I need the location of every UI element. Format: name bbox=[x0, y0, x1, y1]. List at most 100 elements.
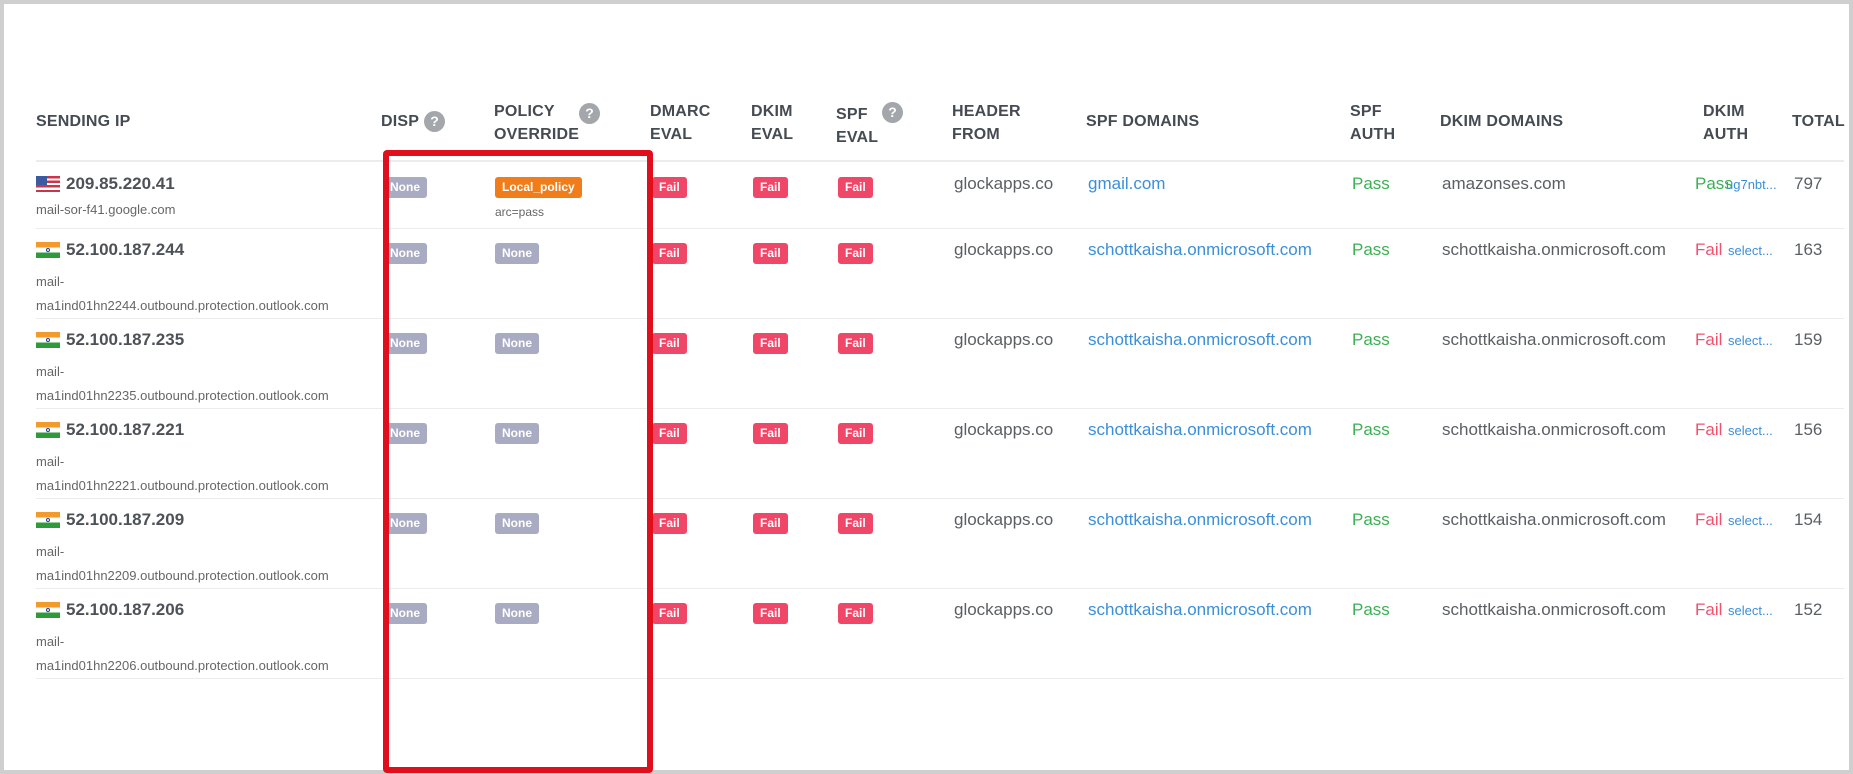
sending-ip-cell: 52.100.187.221 bbox=[36, 420, 184, 440]
header-from-value: glockapps.co bbox=[954, 510, 1054, 529]
header-spf-auth[interactable]: SPF AUTH bbox=[1350, 100, 1395, 146]
sending-ip: 209.85.220.41 bbox=[66, 174, 175, 193]
sending-host: mail-sor-f41.google.com bbox=[36, 202, 346, 218]
sending-ip: 52.100.187.209 bbox=[66, 510, 185, 529]
sending-host-line-1: mail- bbox=[36, 274, 65, 289]
dkim-domain-value: schottkaisha.onmicrosoft.com bbox=[1442, 600, 1666, 619]
dkim-selector-link[interactable]: select... bbox=[1728, 513, 1773, 528]
sending-host-line-1: mail- bbox=[36, 544, 65, 559]
disp-help-icon[interactable]: ? bbox=[424, 111, 445, 132]
sending-host: mail- ma1ind01hn2206.outbound.protection… bbox=[36, 630, 346, 678]
sending-host: mail- ma1ind01hn2235.outbound.protection… bbox=[36, 360, 346, 408]
dkim-selector-link[interactable]: select... bbox=[1728, 423, 1773, 438]
dkim-domain-value: schottkaisha.onmicrosoft.com bbox=[1442, 330, 1666, 349]
header-policy-line-1: POLICY bbox=[494, 103, 555, 120]
header-spf-line-2: EVAL bbox=[836, 129, 879, 146]
header-from-value: glockapps.co bbox=[954, 240, 1054, 259]
dmarc-eval-badge: Fail bbox=[652, 603, 687, 624]
dkim-selector-link[interactable]: select... bbox=[1728, 333, 1773, 348]
header-from-value: glockapps.co bbox=[954, 600, 1054, 619]
header-dmarc-line-1: DMARC bbox=[650, 103, 711, 120]
sending-host-line-2: ma1ind01hn2221.outbound.protection.outlo… bbox=[36, 478, 329, 493]
spf-eval-help-icon[interactable]: ? bbox=[882, 102, 903, 123]
spf-eval-badge: Fail bbox=[838, 243, 873, 264]
spf-eval-badge: Fail bbox=[838, 177, 873, 198]
header-from-line-1: HEADER bbox=[952, 103, 1021, 120]
sending-ip: 52.100.187.221 bbox=[66, 420, 185, 439]
spf-domain-link[interactable]: schottkaisha.onmicrosoft.com bbox=[1088, 240, 1312, 260]
india-flag-icon bbox=[36, 422, 60, 438]
header-total[interactable]: TOTAL bbox=[1792, 110, 1845, 133]
header-spf-domains[interactable]: SPF DOMAINS bbox=[1086, 110, 1199, 133]
header-sending-ip[interactable]: SENDING IP bbox=[36, 110, 130, 133]
spf-domain-link[interactable]: schottkaisha.onmicrosoft.com bbox=[1088, 420, 1312, 440]
sending-ip-cell: 52.100.187.244 bbox=[36, 240, 184, 260]
spf-eval-badge: Fail bbox=[838, 513, 873, 534]
header-from-value: glockapps.co bbox=[954, 330, 1054, 349]
sending-host: mail- ma1ind01hn2209.outbound.protection… bbox=[36, 540, 346, 588]
header-dkim-auth-line-2: AUTH bbox=[1703, 126, 1749, 143]
dkim-eval-badge: Fail bbox=[753, 603, 788, 624]
table-row: 52.100.187.235 mail- ma1ind01hn2235.outb… bbox=[36, 318, 1844, 409]
dkim-auth-status: Fail bbox=[1695, 330, 1723, 349]
header-dkim-eval[interactable]: DKIM EVAL bbox=[751, 100, 793, 146]
sending-host-line-1: mail- bbox=[36, 454, 65, 469]
table-row: 52.100.187.221 mail- ma1ind01hn2221.outb… bbox=[36, 408, 1844, 499]
spf-domain-link[interactable]: gmail.com bbox=[1088, 174, 1165, 194]
dkim-selector-link[interactable]: select... bbox=[1728, 603, 1773, 618]
india-flag-icon bbox=[36, 332, 60, 348]
spf-auth-status: Pass bbox=[1352, 330, 1390, 349]
dkim-selector-link[interactable]: ug7nbt... bbox=[1726, 177, 1777, 192]
dmarc-eval-badge: Fail bbox=[652, 177, 687, 198]
sending-host-line-2: ma1ind01hn2209.outbound.protection.outlo… bbox=[36, 568, 329, 583]
india-flag-icon bbox=[36, 512, 60, 528]
sending-host-line-1: mail-sor-f41.google.com bbox=[36, 202, 176, 217]
spf-domain-link[interactable]: schottkaisha.onmicrosoft.com bbox=[1088, 600, 1312, 620]
header-from-value: glockapps.co bbox=[954, 420, 1054, 439]
dkim-eval-badge: Fail bbox=[753, 243, 788, 264]
dmarc-eval-badge: Fail bbox=[652, 243, 687, 264]
table-row: 209.85.220.41 mail-sor-f41.google.com No… bbox=[36, 162, 1844, 229]
sending-ip: 52.100.187.235 bbox=[66, 330, 185, 349]
header-dkim-line-1: DKIM bbox=[751, 103, 793, 120]
india-flag-icon bbox=[36, 242, 60, 258]
dkim-eval-badge: Fail bbox=[753, 423, 788, 444]
policy-override-help-icon[interactable]: ? bbox=[579, 103, 600, 124]
dkim-eval-badge: Fail bbox=[753, 513, 788, 534]
us-flag-icon bbox=[36, 176, 60, 192]
dmarc-eval-badge: Fail bbox=[652, 513, 687, 534]
header-header-from[interactable]: HEADER FROM bbox=[952, 100, 1021, 146]
header-dkim-auth-line-1: DKIM bbox=[1703, 103, 1745, 120]
table-row: 52.100.187.206 mail- ma1ind01hn2206.outb… bbox=[36, 588, 1844, 679]
sending-host-line-2: ma1ind01hn2235.outbound.protection.outlo… bbox=[36, 388, 329, 403]
spf-domain-link[interactable]: schottkaisha.onmicrosoft.com bbox=[1088, 510, 1312, 530]
dkim-domain-value: schottkaisha.onmicrosoft.com bbox=[1442, 240, 1666, 259]
spf-auth-status: Pass bbox=[1352, 174, 1390, 193]
header-dkim-domains[interactable]: DKIM DOMAINS bbox=[1440, 110, 1563, 133]
sending-host-line-2: ma1ind01hn2206.outbound.protection.outlo… bbox=[36, 658, 329, 673]
header-dmarc-eval[interactable]: DMARC EVAL bbox=[650, 100, 711, 146]
india-flag-icon bbox=[36, 602, 60, 618]
dkim-selector-link[interactable]: select... bbox=[1728, 243, 1773, 258]
dkim-auth-status: Fail bbox=[1695, 240, 1723, 259]
header-spf-line-1: SPF bbox=[836, 106, 868, 123]
spf-domain-link[interactable]: schottkaisha.onmicrosoft.com bbox=[1088, 330, 1312, 350]
sending-ip-cell: 209.85.220.41 bbox=[36, 174, 175, 194]
dmarc-eval-badge: Fail bbox=[652, 333, 687, 354]
header-policy-override[interactable]: POLICY OVERRIDE bbox=[494, 100, 579, 146]
header-dkim-auth[interactable]: DKIM AUTH bbox=[1703, 100, 1748, 146]
spf-auth-status: Pass bbox=[1352, 420, 1390, 439]
total-count: 163 bbox=[1794, 240, 1823, 259]
header-dmarc-line-2: EVAL bbox=[650, 126, 693, 143]
total-count: 159 bbox=[1794, 330, 1823, 349]
sending-host-line-2: ma1ind01hn2244.outbound.protection.outlo… bbox=[36, 298, 329, 313]
header-spf-eval[interactable]: SPF EVAL bbox=[836, 103, 878, 149]
total-count: 797 bbox=[1794, 174, 1823, 193]
header-spf-auth-line-1: SPF bbox=[1350, 103, 1382, 120]
sending-ip-cell: 52.100.187.209 bbox=[36, 510, 184, 530]
spf-eval-badge: Fail bbox=[838, 423, 873, 444]
spf-auth-status: Pass bbox=[1352, 600, 1390, 619]
sending-host: mail- ma1ind01hn2221.outbound.protection… bbox=[36, 450, 346, 498]
header-disp[interactable]: DISP bbox=[381, 110, 419, 133]
total-count: 152 bbox=[1794, 600, 1823, 619]
